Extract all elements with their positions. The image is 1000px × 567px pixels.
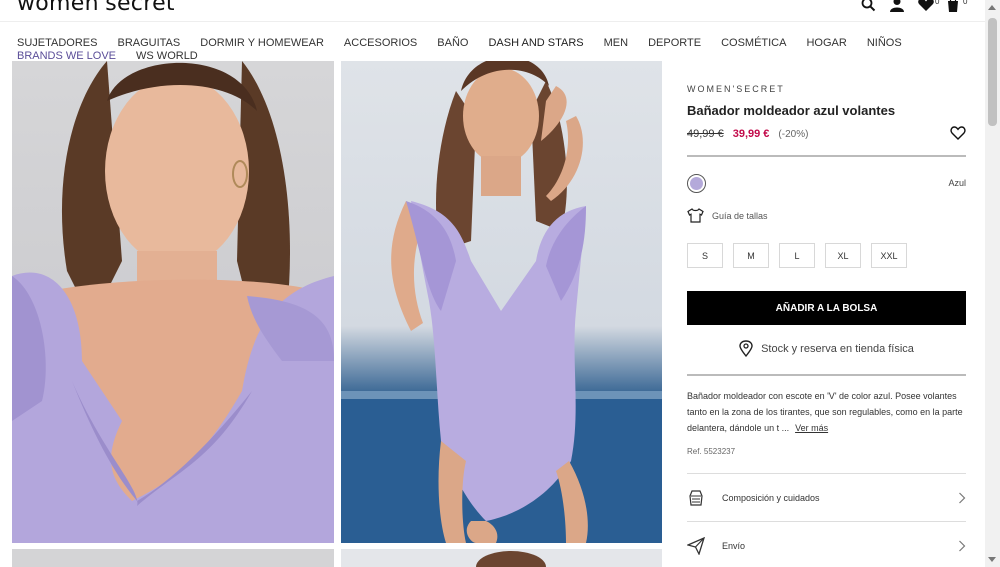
store-stock-link[interactable]: Stock y reserva en tienda física	[687, 340, 966, 357]
divider	[687, 374, 966, 376]
nav-item-dash-and-stars[interactable]: DASH AND STARS	[488, 37, 583, 50]
divider	[687, 521, 966, 522]
nav-item-ninos[interactable]: NIÑOS	[867, 37, 902, 50]
nav-item-cosmetica[interactable]: COSMÉTICA	[721, 37, 786, 50]
size-option-xxl[interactable]: XXL	[871, 243, 907, 268]
old-price: 49,99 €	[687, 128, 724, 140]
size-selector: S M L XL XXL	[687, 243, 907, 268]
cart-icon[interactable]: 0	[945, 0, 967, 12]
size-guide-label: Guía de tallas	[712, 210, 768, 221]
header-icons: 0 0	[861, 0, 967, 12]
sale-price: 39,99 €	[732, 128, 770, 140]
selected-color-name: Azul	[948, 178, 966, 188]
scroll-up-arrow-icon[interactable]	[988, 5, 996, 10]
page-scrollbar[interactable]	[985, 0, 1000, 567]
discount-badge: (-20%)	[778, 129, 809, 140]
main-nav: SUJETADORES BRAGUITAS DORMIR Y HOMEWEAR …	[17, 37, 960, 63]
size-guide-link[interactable]: Guía de tallas	[687, 208, 768, 223]
care-label-icon	[689, 490, 703, 506]
scroll-down-arrow-icon[interactable]	[988, 557, 996, 562]
product-description: Bañador moldeador con escote en 'V' de c…	[687, 388, 969, 436]
heart-icon[interactable]	[950, 126, 966, 140]
wishlist-count: 0	[935, 0, 940, 6]
price-row: 49,99 € 39,99 € (-20%)	[687, 128, 808, 140]
nav-item-braguitas[interactable]: BRAGUITAS	[117, 37, 180, 50]
product-ref: Ref. 5523237	[687, 447, 736, 456]
composition-label: Composición y cuidados	[722, 493, 820, 503]
chevron-right-icon	[959, 540, 966, 552]
nav-item-sujetadores[interactable]: SUJETADORES	[17, 37, 97, 50]
size-option-s[interactable]: S	[687, 243, 723, 268]
site-logo[interactable]: women'secret	[17, 0, 175, 16]
tshirt-icon	[687, 208, 704, 223]
cart-count: 0	[963, 0, 968, 6]
nav-item-dormir-homewear[interactable]: DORMIR Y HOMEWEAR	[200, 37, 324, 50]
add-to-bag-button[interactable]: AÑADIR A LA BOLSA	[687, 291, 966, 325]
product-title: Bañador moldeador azul volantes	[687, 103, 896, 118]
nav-item-deporte[interactable]: DEPORTE	[648, 37, 701, 50]
nav-item-bano[interactable]: BAÑO	[437, 37, 468, 50]
product-brand: WOMEN'SECRET	[687, 84, 785, 94]
product-photo-closeup[interactable]	[12, 61, 334, 543]
nav-item-hogar[interactable]: HOGAR	[806, 37, 846, 50]
nav-item-accesorios[interactable]: ACCESORIOS	[344, 37, 417, 50]
search-icon[interactable]	[861, 0, 879, 12]
product-photo-thumb-3[interactable]	[12, 549, 334, 567]
nav-item-men[interactable]: MEN	[604, 37, 628, 50]
size-option-l[interactable]: L	[779, 243, 815, 268]
swatch-fill	[690, 177, 703, 190]
send-plane-icon	[687, 537, 705, 555]
shipping-accordion[interactable]: Envío	[687, 536, 966, 556]
account-icon[interactable]	[889, 0, 907, 12]
wishlist-header-icon[interactable]: 0	[917, 0, 939, 12]
see-more-link[interactable]: Ver más	[795, 423, 828, 433]
store-stock-label: Stock y reserva en tienda física	[761, 342, 914, 355]
size-option-m[interactable]: M	[733, 243, 769, 268]
divider	[687, 155, 966, 157]
color-swatch-azul[interactable]	[687, 174, 706, 193]
product-photo-model[interactable]	[341, 61, 662, 543]
location-pin-icon	[739, 340, 753, 357]
composition-accordion[interactable]: Composición y cuidados	[687, 488, 966, 508]
shipping-label: Envío	[722, 541, 746, 551]
divider	[687, 473, 966, 474]
site-header: women'secret 0 0	[0, 0, 985, 22]
product-photo-thumb-4[interactable]	[341, 549, 662, 567]
size-option-xl[interactable]: XL	[825, 243, 861, 268]
scroll-thumb[interactable]	[988, 18, 997, 126]
chevron-right-icon	[959, 492, 966, 504]
